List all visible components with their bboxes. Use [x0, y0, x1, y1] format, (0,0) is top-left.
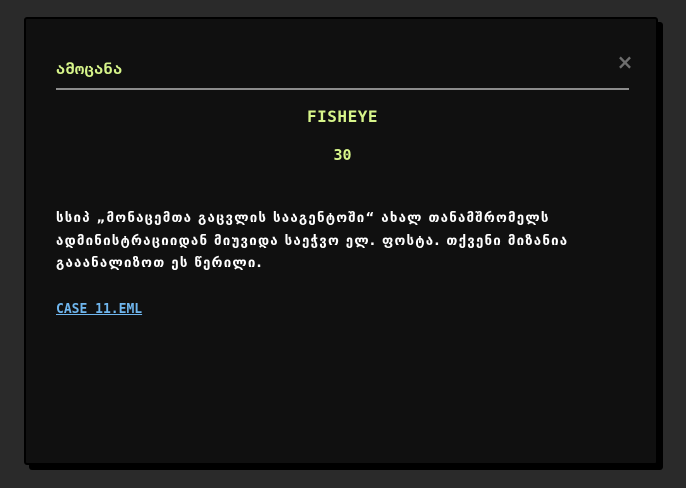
attachment-link[interactable]: CASE 11.EML [56, 302, 142, 317]
challenge-name: FISHEYE [307, 107, 378, 126]
challenge-modal: ამოცანა × FISHEYE 30 სსიპ „მონაცემთა გაც… [24, 17, 658, 465]
modal-title: ამოცანა [56, 60, 123, 78]
title-divider [56, 88, 629, 90]
challenge-description: სსიპ „მონაცემთა გაცვლის სააგენტოში“ ახალ… [56, 211, 569, 271]
challenge-points: 30 [333, 146, 352, 164]
close-icon[interactable]: × [616, 52, 634, 72]
